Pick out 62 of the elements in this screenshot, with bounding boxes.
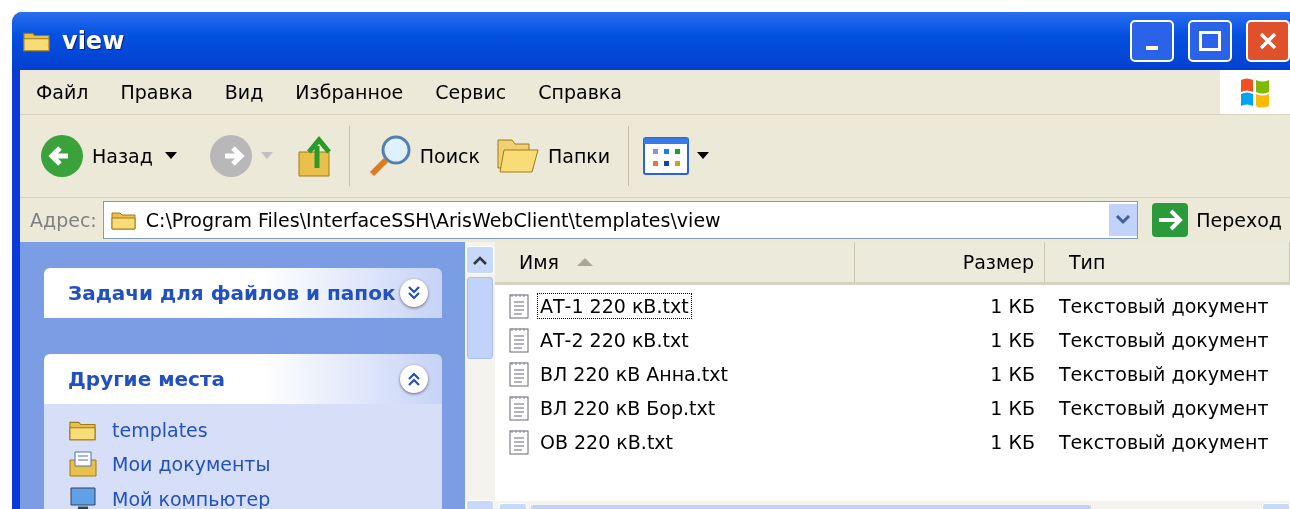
search-button[interactable]: Поиск [363,130,484,182]
dropdown-caret-icon[interactable] [164,152,177,160]
place-link[interactable]: Мои документы [112,453,271,475]
close-button[interactable] [1246,20,1290,62]
dropdown-chevron-icon[interactable] [1115,215,1132,225]
menu-item[interactable]: Справка [522,81,638,103]
file-type: Текстовый документ [1058,329,1270,351]
file-type: Текстовый документ [1058,431,1270,453]
file-type: Текстовый документ [1058,295,1270,317]
menu-item[interactable]: Вид [208,81,280,103]
text-file-icon [509,293,529,319]
text-file-icon [509,429,529,455]
collapse-chevron-icon[interactable] [406,371,422,387]
task-panel-title[interactable]: Задачи для файлов и папок [68,281,396,305]
address-field[interactable]: C:\Program Files\InterfaceSSH\ArisWebClient\templates\view [102,201,1139,239]
text-file-icon [509,327,529,353]
file-type: Текстовый документ [1058,397,1270,419]
address-label: Адрес: [30,209,97,231]
menu-item[interactable]: Правка [104,81,209,103]
back-button[interactable]: Назад [36,130,157,182]
minimize-icon [1146,46,1158,50]
maximize-button[interactable] [1188,20,1232,62]
column-header[interactable]: Имя [495,242,855,282]
file-name[interactable]: АТ-1 220 кВ.txt [537,293,692,319]
task-panel-title[interactable]: Другие места [68,367,225,391]
close-icon [1258,31,1278,51]
task-panel-header[interactable]: Задачи для файлов и папок [44,268,442,318]
text-file-icon [509,395,529,421]
documents-folder-icon [68,450,98,478]
column-header[interactable]: Размер [855,242,1045,282]
file-type: Текстовый документ [1058,363,1270,385]
task-panel-header[interactable]: Другие места [44,354,442,404]
scroll-up-icon[interactable] [473,255,487,265]
place-link[interactable]: templates [112,419,208,441]
folders-icon [496,136,540,176]
file-name[interactable]: ОВ 220 кВ.txt [537,429,677,455]
file-size: 1 КБ [989,397,1036,419]
maximize-icon [1199,31,1221,51]
file-name[interactable]: ВЛ 220 кВ Анна.txt [537,361,731,387]
text-file-icon [509,361,529,387]
folders-button[interactable]: Папки [492,132,615,180]
folder-icon [109,209,138,231]
file-size: 1 КБ [989,363,1036,385]
menu-item[interactable]: Сервис [419,81,523,103]
menu-item[interactable]: Файл [20,81,105,103]
file-size: 1 КБ [989,295,1036,317]
search-icon [367,134,412,178]
file-size: 1 КБ [989,329,1036,351]
dropdown-caret-icon[interactable] [697,152,710,160]
menu-item[interactable]: Избранное [279,81,420,103]
expand-chevron-icon[interactable] [406,285,422,301]
file-name[interactable]: ВЛ 220 кВ Бор.txt [537,395,719,421]
view-grid-icon[interactable] [643,137,690,175]
computer-icon [68,486,98,509]
column-header[interactable]: Тип [1045,242,1290,282]
window-title: view [62,27,126,55]
scrollbar-thumb[interactable] [467,277,493,359]
go-button[interactable]: Переход [1144,203,1290,237]
dropdown-caret-icon [260,152,273,160]
file-size: 1 КБ [989,431,1036,453]
minimize-button[interactable] [1130,20,1174,62]
file-name[interactable]: АТ-2 220 кВ.txt [537,327,692,353]
